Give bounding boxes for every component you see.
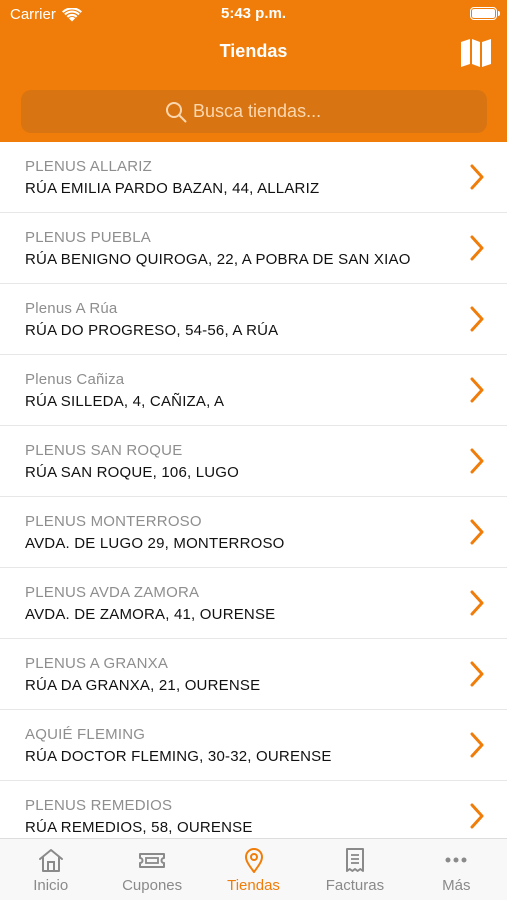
store-name: PLENUS MONTERROSO bbox=[25, 513, 202, 530]
tab-cupones[interactable]: Cupones bbox=[101, 839, 202, 900]
battery-icon bbox=[470, 7, 500, 20]
search-input[interactable] bbox=[193, 101, 343, 122]
page-title: Tiendas bbox=[219, 41, 288, 61]
store-row[interactable]: PLENUS ALLARIZ RÚA EMILIA PARDO BAZAN, 4… bbox=[0, 142, 507, 213]
tab-label: Cupones bbox=[122, 877, 183, 894]
store-list[interactable]: PLENUS ALLARIZ RÚA EMILIA PARDO BAZAN, 4… bbox=[0, 142, 507, 838]
store-row[interactable]: Plenus Cañiza RÚA SILLEDA, 4, CAÑIZA, A bbox=[0, 355, 507, 426]
store-row[interactable]: PLENUS AVDA ZAMORA AVDA. DE ZAMORA, 41, … bbox=[0, 568, 507, 639]
store-address: RÚA SAN ROQUE, 106, LUGO bbox=[25, 464, 240, 481]
tab-mas[interactable]: Más bbox=[406, 839, 507, 900]
store-name: PLENUS REMEDIOS bbox=[25, 797, 173, 814]
store-name: PLENUS A GRANXA bbox=[25, 655, 169, 672]
location-pin-icon bbox=[244, 848, 263, 873]
tab-facturas[interactable]: Facturas bbox=[304, 839, 405, 900]
store-address: RÚA BENIGNO QUIROGA, 22, A POBRA DE SAN … bbox=[25, 251, 411, 268]
status-bar: Carrier 5:43 p.m. bbox=[0, 0, 507, 30]
tab-label: Tiendas bbox=[227, 877, 280, 894]
store-address: RÚA DOCTOR FLEMING, 30-32, OURENSE bbox=[25, 748, 332, 765]
store-name: PLENUS AVDA ZAMORA bbox=[25, 584, 200, 601]
chevron-right-icon bbox=[470, 377, 484, 403]
chevron-right-icon bbox=[470, 448, 484, 474]
chevron-right-icon bbox=[470, 661, 484, 687]
store-row[interactable]: Plenus A Rúa RÚA DO PROGRESO, 54-56, A R… bbox=[0, 284, 507, 355]
header: Carrier 5:43 p.m. Tiendas bbox=[0, 0, 507, 142]
chevron-right-icon bbox=[470, 732, 484, 758]
status-time: 5:43 p.m. bbox=[220, 5, 287, 22]
store-name: PLENUS SAN ROQUE bbox=[25, 442, 183, 459]
ticket-icon bbox=[139, 853, 166, 868]
store-address: AVDA. DE ZAMORA, 41, OURENSE bbox=[25, 606, 276, 623]
store-address: RÚA SILLEDA, 4, CAÑIZA, A bbox=[25, 393, 225, 410]
tab-inicio[interactable]: Inicio bbox=[0, 839, 101, 900]
search-icon bbox=[166, 101, 187, 122]
store-address: RÚA DO PROGRESO, 54-56, A RÚA bbox=[25, 322, 279, 339]
home-icon bbox=[38, 849, 63, 872]
store-name: Plenus A Rúa bbox=[25, 300, 118, 317]
chevron-right-icon bbox=[470, 590, 484, 616]
tab-tiendas[interactable]: Tiendas bbox=[203, 839, 304, 900]
store-row[interactable]: PLENUS PUEBLA RÚA BENIGNO QUIROGA, 22, A… bbox=[0, 213, 507, 284]
tab-label: Facturas bbox=[325, 877, 385, 894]
search-bar[interactable] bbox=[21, 90, 487, 133]
store-row[interactable]: PLENUS REMEDIOS RÚA REMEDIOS, 58, OURENS… bbox=[0, 781, 507, 838]
chevron-right-icon bbox=[470, 235, 484, 261]
tab-bar: Inicio Cupones Tiendas Facturas Más bbox=[0, 838, 507, 900]
store-address: RÚA EMILIA PARDO BAZAN, 44, ALLARIZ bbox=[25, 180, 320, 197]
tab-label: Inicio bbox=[33, 877, 69, 894]
map-button[interactable] bbox=[459, 37, 493, 69]
store-row[interactable]: PLENUS SAN ROQUE RÚA SAN ROQUE, 106, LUG… bbox=[0, 426, 507, 497]
chevron-right-icon bbox=[470, 306, 484, 332]
store-address: AVDA. DE LUGO 29, MONTERROSO bbox=[25, 535, 285, 552]
receipt-icon bbox=[345, 848, 364, 872]
store-name: AQUIÉ FLEMING bbox=[25, 726, 146, 743]
store-row[interactable]: AQUIÉ FLEMING RÚA DOCTOR FLEMING, 30-32,… bbox=[0, 710, 507, 781]
map-icon bbox=[461, 39, 491, 67]
store-row[interactable]: PLENUS MONTERROSO AVDA. DE LUGO 29, MONT… bbox=[0, 497, 507, 568]
store-row[interactable]: PLENUS A GRANXA RÚA DA GRANXA, 21, OUREN… bbox=[0, 639, 507, 710]
store-name: PLENUS PUEBLA bbox=[25, 229, 151, 246]
store-address: RÚA REMEDIOS, 58, OURENSE bbox=[25, 819, 253, 836]
tab-label: Más bbox=[442, 877, 471, 894]
chevron-right-icon bbox=[470, 519, 484, 545]
store-name: Plenus Cañiza bbox=[25, 371, 125, 388]
chevron-right-icon bbox=[470, 803, 484, 829]
more-dots-icon bbox=[445, 857, 467, 863]
chevron-right-icon bbox=[470, 164, 484, 190]
store-name: PLENUS ALLARIZ bbox=[25, 158, 153, 175]
store-address: RÚA DA GRANXA, 21, OURENSE bbox=[25, 677, 261, 694]
